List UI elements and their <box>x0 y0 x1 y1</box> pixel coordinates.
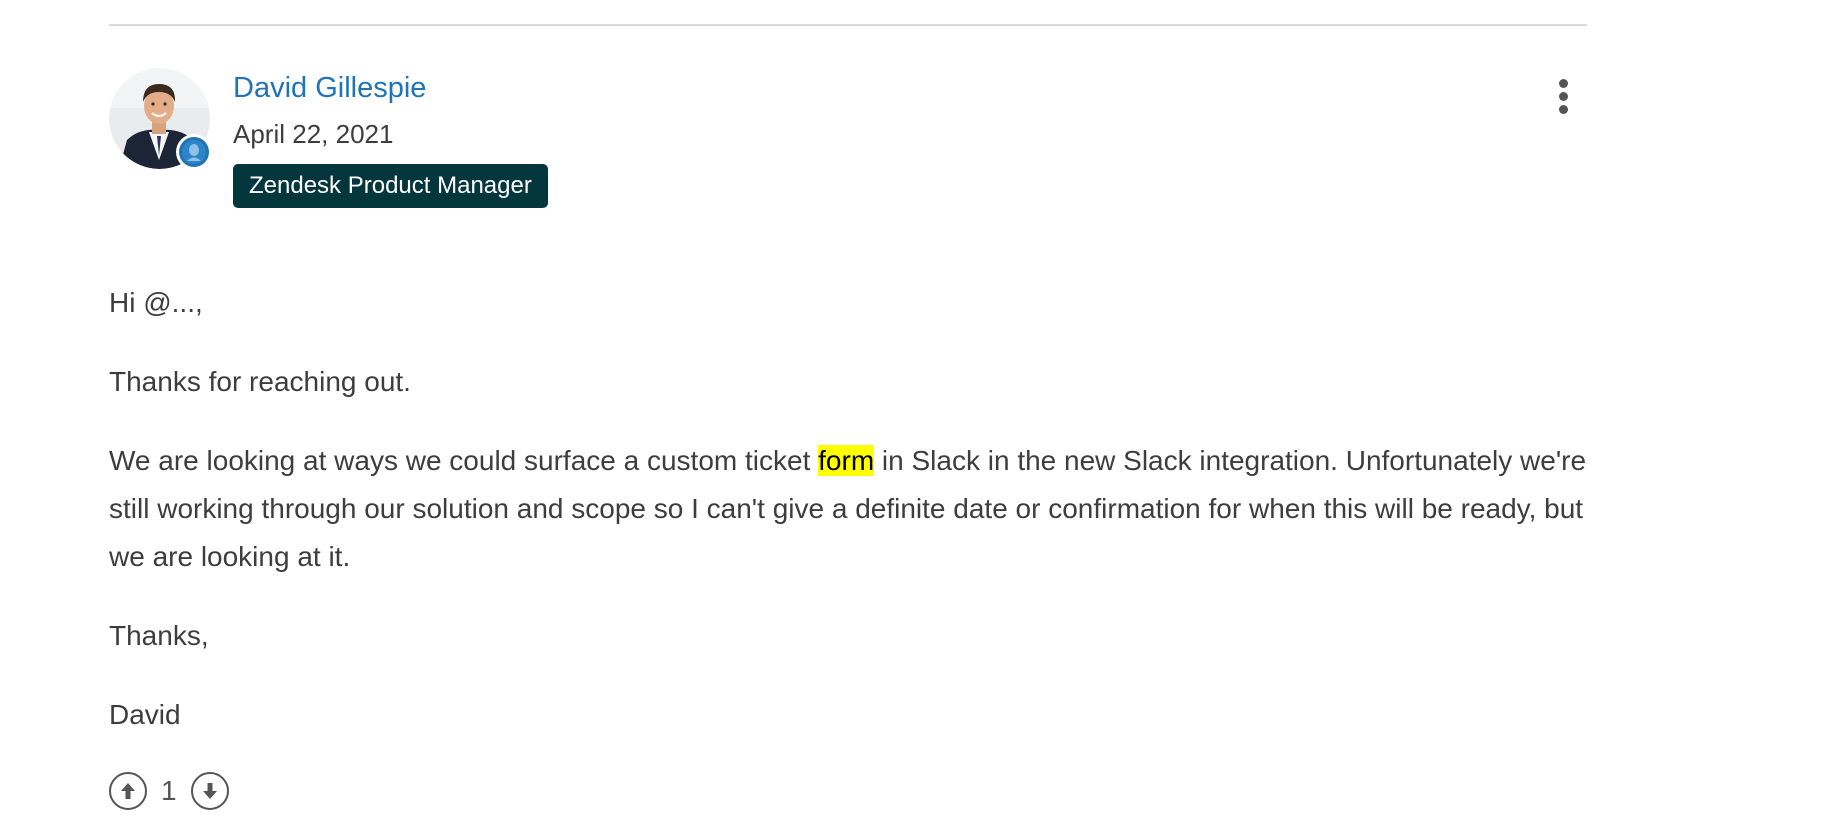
comment: David Gillespie April 22, 2021 Zendesk P… <box>109 68 1587 810</box>
role-badge: Zendesk Product Manager <box>233 164 548 208</box>
comment-paragraph: We are looking at ways we could surface … <box>109 437 1587 581</box>
upvote-arrow-icon <box>121 783 135 799</box>
comment-paragraph: Thanks, <box>109 620 209 651</box>
author-avatar[interactable] <box>109 68 212 170</box>
vote-controls: 1 <box>109 771 229 811</box>
vote-count: 1 <box>161 775 177 806</box>
comment-paragraph: Hi @..., <box>109 287 203 318</box>
paragraph-text: We are looking at ways we could surface … <box>109 445 819 476</box>
downvote-arrow-icon <box>202 783 217 799</box>
more-vertical-icon <box>1558 78 1568 88</box>
post-date: April 22, 2021 <box>233 119 394 149</box>
upvote-button[interactable] <box>109 772 147 810</box>
downvote-button[interactable] <box>190 772 229 810</box>
comment-paragraph: David <box>109 699 181 730</box>
more-vertical-icon-dot <box>1558 104 1568 114</box>
search-highlight: form <box>818 445 875 476</box>
comment-header: David Gillespie April 22, 2021 Zendesk P… <box>109 68 1587 218</box>
top-divider <box>109 24 1587 26</box>
team-member-badge-icon <box>176 134 212 170</box>
community-comment-page: David Gillespie April 22, 2021 Zendesk P… <box>0 0 1824 840</box>
comment-body: Hi @..., Thanks for reaching out. We are… <box>109 279 1587 770</box>
comment-paragraph: Thanks for reaching out. <box>109 366 411 397</box>
more-vertical-icon-dot <box>1558 91 1568 101</box>
author-name-link[interactable]: David Gillespie <box>233 70 548 106</box>
author-info: David Gillespie April 22, 2021 Zendesk P… <box>233 68 548 208</box>
comment-actions-menu-button[interactable] <box>1551 76 1575 116</box>
